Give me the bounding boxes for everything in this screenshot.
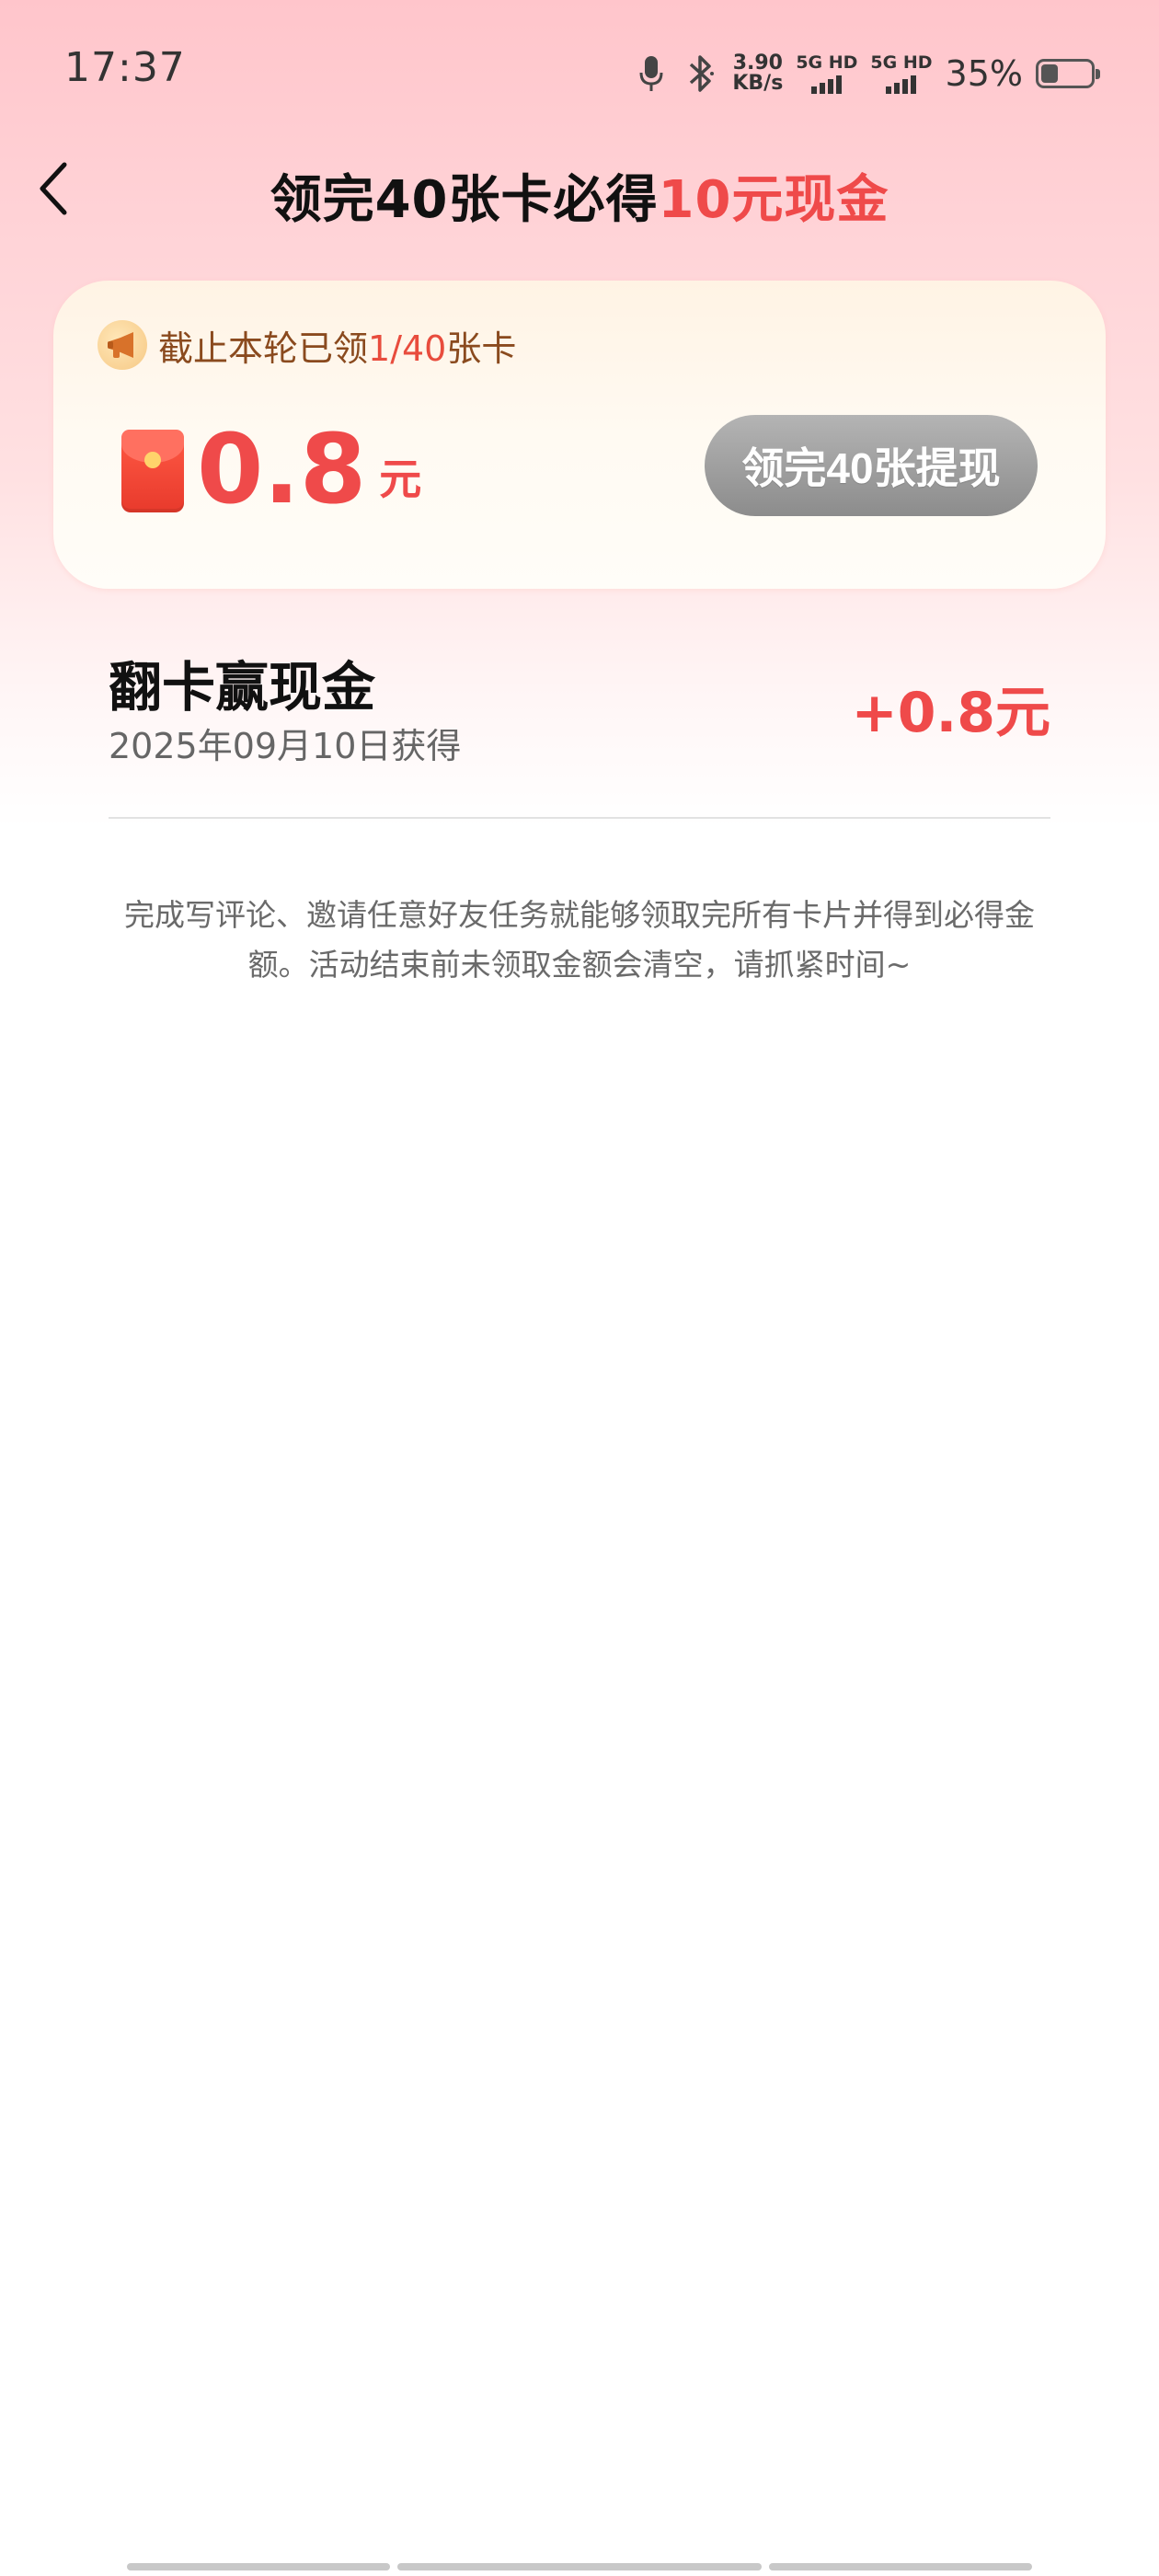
battery-level: [1041, 64, 1059, 83]
network-speed-value: 3.90: [732, 52, 783, 75]
megaphone-icon: [98, 320, 147, 370]
reward-record: 翻卡赢现金 2025年09月10日获得 +0.8元: [109, 635, 1050, 819]
notice-count: 1/40: [368, 328, 447, 369]
signal-icon: 5G HD: [870, 52, 933, 94]
battery-percent: 35%: [945, 53, 1023, 94]
card-notice: 截止本轮已领1/40张卡: [98, 319, 516, 371]
record-date: 2025年09月10日获得: [109, 726, 462, 766]
red-packet-icon: [121, 430, 184, 512]
amount-unit: 元: [379, 454, 422, 504]
header: 领完40张卡必得10元现金: [0, 147, 1159, 230]
sim2-label: 5G HD: [870, 52, 933, 73]
record-title: 翻卡赢现金: [109, 656, 376, 719]
notice-prefix: 截止本轮已领: [158, 328, 369, 369]
network-speed-unit: KB/s: [732, 72, 784, 95]
status-icons: 3.90 KB/s 5G HD 5G HD 35%: [633, 48, 1100, 99]
mic-icon: [633, 52, 670, 95]
record-amount: +0.8元: [851, 681, 1050, 745]
bluetooth-icon: [683, 52, 719, 95]
title-prefix: 领完40张卡必得: [270, 170, 659, 230]
signal-icon: 5G HD: [796, 53, 857, 94]
status-bar: 17:37 3.90 KB/s 5G HD 5G HD 35%: [0, 0, 1159, 138]
sim1-label: 5G HD: [796, 52, 858, 73]
withdraw-button[interactable]: 领完40张提现: [705, 415, 1038, 516]
amount-value: 0.8: [197, 413, 367, 525]
page-title: 领完40张卡必得10元现金: [0, 158, 1159, 233]
gesture-bar[interactable]: [127, 2563, 1032, 2570]
card-amount: 0.8 元: [121, 419, 421, 520]
progress-card: 截止本轮已领1/40张卡 0.8 元 领完40张提现: [53, 281, 1106, 589]
network-speed: 3.90 KB/s: [732, 53, 783, 94]
status-time: 17:37: [64, 44, 186, 91]
battery-icon: [1036, 59, 1100, 88]
notice-suffix: 张卡: [446, 328, 517, 369]
title-highlight: 10元现金: [658, 170, 889, 230]
rules-footnote: 完成写评论、邀请任意好友任务就能够领取完所有卡片并得到必得金额。活动结束前未领取…: [124, 897, 1035, 983]
